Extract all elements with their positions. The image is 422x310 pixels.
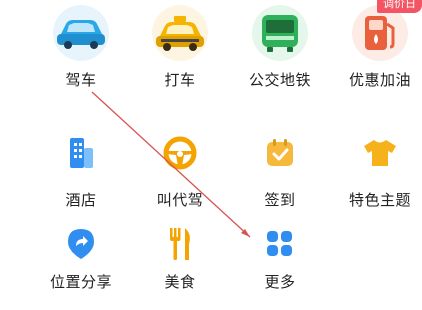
grid-item-label: 驾车 bbox=[65, 71, 97, 89]
grid-item-label: 美食 bbox=[164, 273, 196, 291]
bus-icon bbox=[252, 5, 308, 61]
calendar-check-icon bbox=[252, 125, 308, 181]
grid-item-drive[interactable]: 驾车 bbox=[31, 5, 131, 90]
grid-item-label: 签到 bbox=[264, 191, 296, 209]
grid-item-label: 打车 bbox=[164, 71, 196, 89]
grid-item-label: 位置分享 bbox=[49, 273, 112, 291]
grid-item-label: 优惠加油 bbox=[348, 71, 411, 89]
fuel-pump-icon: 调价日 bbox=[352, 0, 422, 61]
grid-item-fuel[interactable]: 调价日 优惠加油 bbox=[330, 0, 422, 90]
grid-item-label: 更多 bbox=[264, 273, 296, 291]
tshirt-icon bbox=[352, 125, 408, 181]
car-icon bbox=[53, 5, 109, 61]
taxi-icon bbox=[152, 5, 208, 61]
steering-wheel-icon bbox=[152, 125, 208, 181]
grid-item-designated-driver[interactable]: 叫代驾 bbox=[130, 125, 230, 210]
grid-item-share-location[interactable]: 位置分享 bbox=[31, 225, 131, 292]
grid-item-label: 叫代驾 bbox=[156, 191, 204, 209]
grid-item-more[interactable]: 更多 bbox=[230, 225, 330, 292]
grid-item-taxi[interactable]: 打车 bbox=[130, 5, 230, 90]
hotel-building-icon bbox=[53, 125, 109, 181]
grid-item-themes[interactable]: 特色主题 bbox=[330, 125, 422, 210]
grid-item-bus[interactable]: 公交地铁 bbox=[230, 5, 330, 90]
price-adjust-badge: 调价日 bbox=[377, 0, 422, 13]
grid-item-label: 特色主题 bbox=[348, 191, 411, 209]
fork-knife-icon bbox=[152, 225, 208, 263]
grid-item-food[interactable]: 美食 bbox=[130, 225, 230, 292]
grid-item-label: 公交地铁 bbox=[248, 71, 311, 89]
service-grid: 驾车 打车 公交地铁 调价日 优惠加油 酒店 叫代驾 签到 特色主题 位置分享 … bbox=[0, 0, 422, 310]
grid-item-label: 酒店 bbox=[65, 191, 97, 209]
grid-item-check-in[interactable]: 签到 bbox=[230, 125, 330, 210]
more-grid-icon bbox=[252, 225, 308, 263]
share-location-icon bbox=[53, 225, 109, 263]
grid-item-hotel[interactable]: 酒店 bbox=[31, 125, 131, 210]
